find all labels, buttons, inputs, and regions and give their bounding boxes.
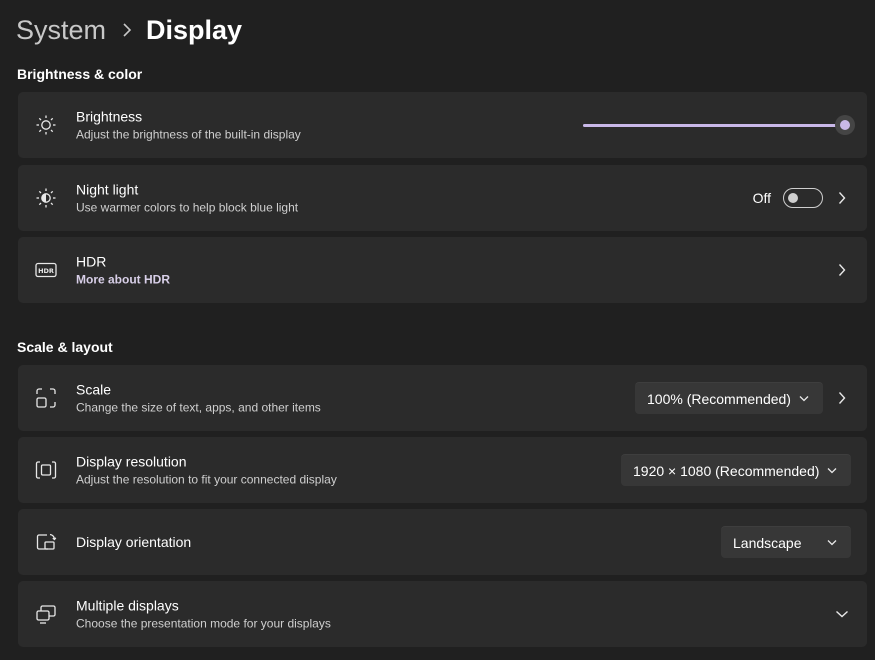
hdr-card[interactable]: HDR HDR More about HDR	[18, 237, 867, 303]
orientation-icon	[34, 530, 58, 554]
chevron-down-icon	[799, 394, 809, 404]
night-light-title: Night light	[76, 181, 139, 198]
display-resolution-subtitle: Adjust the resolution to fit your connec…	[76, 472, 337, 487]
hdr-title: HDR	[76, 253, 107, 270]
toggle-knob	[788, 193, 798, 203]
section-title-brightness-color: Brightness & color	[17, 66, 143, 82]
display-resolution-title: Display resolution	[76, 453, 187, 470]
slider-fill	[583, 124, 845, 127]
display-settings-page: System Display Brightness & color Bright…	[0, 0, 875, 660]
chevron-down-icon	[827, 538, 837, 548]
hdr-link[interactable]: More about HDR	[76, 272, 170, 288]
scale-dropdown[interactable]: 100% (Recommended)	[635, 382, 823, 414]
sun-icon	[34, 113, 58, 137]
chevron-down-icon	[827, 466, 837, 476]
night-light-icon	[34, 186, 58, 210]
display-resolution-card: Display resolution Adjust the resolution…	[18, 437, 867, 503]
breadcrumb: System Display	[16, 10, 242, 50]
chevron-right-icon	[122, 23, 132, 37]
orientation-dropdown-value: Landscape	[733, 534, 802, 551]
resolution-dropdown[interactable]: 1920 × 1080 (Recommended)	[621, 454, 851, 486]
chevron-right-icon[interactable]	[835, 191, 849, 205]
brightness-title: Brightness	[76, 108, 143, 125]
night-light-subtitle: Use warmer colors to help block blue lig…	[76, 200, 299, 215]
scale-title: Scale	[76, 381, 112, 398]
hdr-icon: HDR	[34, 258, 58, 282]
night-light-toggle-label: Off	[752, 190, 771, 206]
section-title-scale-layout: Scale & layout	[17, 339, 113, 355]
scale-subtitle: Change the size of text, apps, and other…	[76, 400, 321, 415]
slider-thumb[interactable]	[835, 115, 855, 135]
display-orientation-title: Display orientation	[76, 534, 192, 550]
display-orientation-card: Display orientation Landscape	[18, 509, 867, 575]
multiple-displays-card[interactable]: Multiple displays Choose the presentatio…	[18, 581, 867, 647]
scale-dropdown-value: 100% (Recommended)	[647, 390, 791, 407]
page-title: Display	[146, 14, 243, 45]
resolution-dropdown-value: 1920 × 1080 (Recommended)	[633, 462, 820, 479]
night-light-card[interactable]: Night light Use warmer colors to help bl…	[18, 165, 867, 231]
chevron-right-icon[interactable]	[835, 391, 849, 405]
chevron-down-icon[interactable]	[835, 607, 849, 621]
brightness-subtitle: Adjust the brightness of the built-in di…	[76, 127, 301, 142]
chevron-right-icon[interactable]	[835, 263, 849, 277]
brightness-slider[interactable]	[583, 115, 855, 135]
scale-icon	[34, 386, 58, 410]
multiple-displays-icon	[34, 602, 58, 626]
resolution-icon	[34, 458, 58, 482]
multiple-displays-title: Multiple displays	[76, 597, 179, 614]
night-light-toggle[interactable]	[783, 188, 823, 208]
breadcrumb-system[interactable]: System	[16, 15, 106, 46]
orientation-dropdown[interactable]: Landscape	[721, 526, 851, 558]
brightness-card: Brightness Adjust the brightness of the …	[18, 92, 867, 158]
svg-text:HDR: HDR	[38, 267, 54, 275]
multiple-displays-subtitle: Choose the presentation mode for your di…	[76, 616, 331, 631]
scale-card[interactable]: Scale Change the size of text, apps, and…	[18, 365, 867, 431]
